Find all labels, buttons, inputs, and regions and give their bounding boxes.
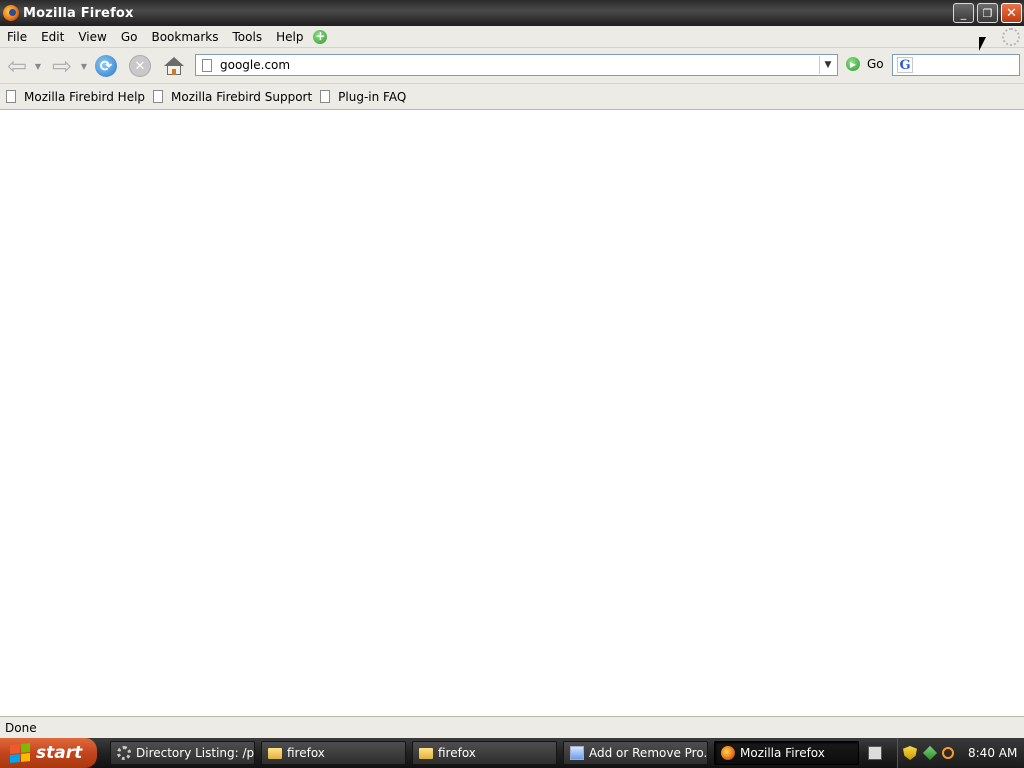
- restore-icon: ❐: [982, 6, 993, 20]
- home-icon: [164, 57, 184, 75]
- security-shield-icon[interactable]: [903, 746, 917, 760]
- url-input[interactable]: [220, 58, 819, 72]
- update-available-icon[interactable]: +: [313, 29, 328, 44]
- menu-go[interactable]: Go: [113, 30, 144, 44]
- bookmark-item[interactable]: Mozilla Firebird Help: [6, 90, 145, 104]
- forward-history-dropdown[interactable]: ▼: [78, 53, 90, 79]
- taskbar-button-label: Directory Listing: /p...: [136, 746, 255, 760]
- taskbar-button-label: firefox: [438, 746, 476, 760]
- firefox-icon: [721, 746, 735, 760]
- network-icon[interactable]: [922, 745, 938, 761]
- folder-icon: [268, 747, 282, 759]
- close-button[interactable]: ✕: [1001, 3, 1022, 23]
- chevron-down-icon: ▼: [34, 61, 42, 71]
- stop-icon: ✕: [129, 55, 151, 77]
- minimize-icon: _: [960, 6, 967, 20]
- title-bar: Mozilla Firefox _ ❐ ✕: [0, 0, 1024, 26]
- chevron-down-icon: ▼: [824, 60, 832, 70]
- firefox-app-icon[interactable]: [3, 5, 19, 21]
- address-bar[interactable]: ▼: [195, 54, 838, 76]
- search-box[interactable]: G: [892, 54, 1020, 76]
- clock[interactable]: 8:40 AM: [968, 746, 1017, 760]
- menu-tools[interactable]: Tools: [225, 30, 269, 44]
- taskbar-button-label: Add or Remove Pro...: [589, 746, 708, 760]
- menu-bar: File Edit View Go Bookmarks Tools Help +: [0, 26, 1024, 48]
- page-content[interactable]: [0, 110, 1024, 716]
- google-engine-icon[interactable]: G: [897, 57, 913, 73]
- menu-help[interactable]: Help: [268, 30, 309, 44]
- go-arrow-icon: ▶: [846, 57, 860, 71]
- forward-arrow-icon: ⇨: [51, 52, 73, 80]
- url-history-dropdown[interactable]: ▼: [819, 56, 836, 74]
- menu-view[interactable]: View: [70, 30, 112, 44]
- taskbar-button-label: firefox: [287, 746, 325, 760]
- throbber-icon: [1002, 28, 1020, 46]
- start-button[interactable]: start: [0, 738, 97, 768]
- bookmark-label: Mozilla Firebird Support: [171, 89, 313, 104]
- status-text: Done: [5, 720, 37, 735]
- stop-button[interactable]: ✕: [127, 53, 153, 79]
- search-icon[interactable]: [942, 747, 954, 759]
- bookmark-label: Mozilla Firebird Help: [24, 89, 146, 104]
- page-icon: [202, 58, 212, 72]
- go-button[interactable]: ▶ Go: [846, 57, 884, 71]
- app-window-icon: [570, 746, 584, 760]
- start-label: start: [36, 743, 83, 763]
- folder-icon: [419, 747, 433, 759]
- menu-file[interactable]: File: [0, 30, 33, 44]
- search-input[interactable]: [917, 57, 1017, 73]
- taskbar: start Directory Listing: /p... firefox f…: [0, 738, 1024, 768]
- page-icon: [320, 90, 331, 103]
- bookmark-item[interactable]: Plug-in FAQ: [320, 90, 406, 104]
- reload-button[interactable]: ⟳: [93, 53, 119, 79]
- taskbar-button-firefox-folder[interactable]: firefox: [261, 741, 406, 765]
- gear-icon: [117, 746, 131, 760]
- window-title: Mozilla Firefox: [23, 5, 134, 21]
- windows-logo-icon: [10, 742, 30, 764]
- taskbar-button-firefox-folder[interactable]: firefox: [412, 741, 557, 765]
- taskbar-button-add-remove-programs[interactable]: Add or Remove Pro...: [563, 741, 708, 765]
- restore-button[interactable]: ❐: [977, 3, 998, 23]
- menu-bookmarks[interactable]: Bookmarks: [143, 30, 224, 44]
- taskbar-button-label: Mozilla Firefox: [740, 746, 825, 760]
- forward-button[interactable]: ⇨: [49, 52, 75, 80]
- back-button[interactable]: ⇦: [4, 52, 30, 80]
- bookmarks-toolbar: Mozilla Firebird Help Mozilla Firebird S…: [0, 84, 1024, 110]
- chevron-down-icon: ▼: [80, 61, 88, 71]
- home-button[interactable]: [161, 53, 187, 79]
- taskbar-button-mozilla-firefox[interactable]: Mozilla Firefox: [714, 741, 859, 765]
- back-history-dropdown[interactable]: ▼: [32, 53, 44, 79]
- page-icon: [153, 90, 164, 103]
- system-tray: 8:40 AM: [897, 738, 1024, 768]
- reload-icon: ⟳: [95, 55, 117, 77]
- keyboard-icon[interactable]: [868, 746, 882, 760]
- minimize-button[interactable]: _: [953, 3, 974, 23]
- page-icon: [6, 90, 16, 103]
- close-icon: ✕: [1006, 5, 1017, 21]
- bookmark-label: Plug-in FAQ: [338, 89, 407, 104]
- taskbar-button-directory-listing[interactable]: Directory Listing: /p...: [110, 741, 255, 765]
- mouse-cursor-icon: [979, 37, 986, 51]
- go-label: Go: [867, 57, 884, 71]
- back-arrow-icon: ⇦: [6, 52, 28, 80]
- menu-edit[interactable]: Edit: [33, 30, 70, 44]
- status-bar: Done: [0, 716, 1024, 738]
- bookmark-item[interactable]: Mozilla Firebird Support: [153, 90, 312, 104]
- navigation-toolbar: ⇦ ▼ ⇨ ▼ ⟳ ✕ ▼ ▶ Go G: [0, 48, 1024, 84]
